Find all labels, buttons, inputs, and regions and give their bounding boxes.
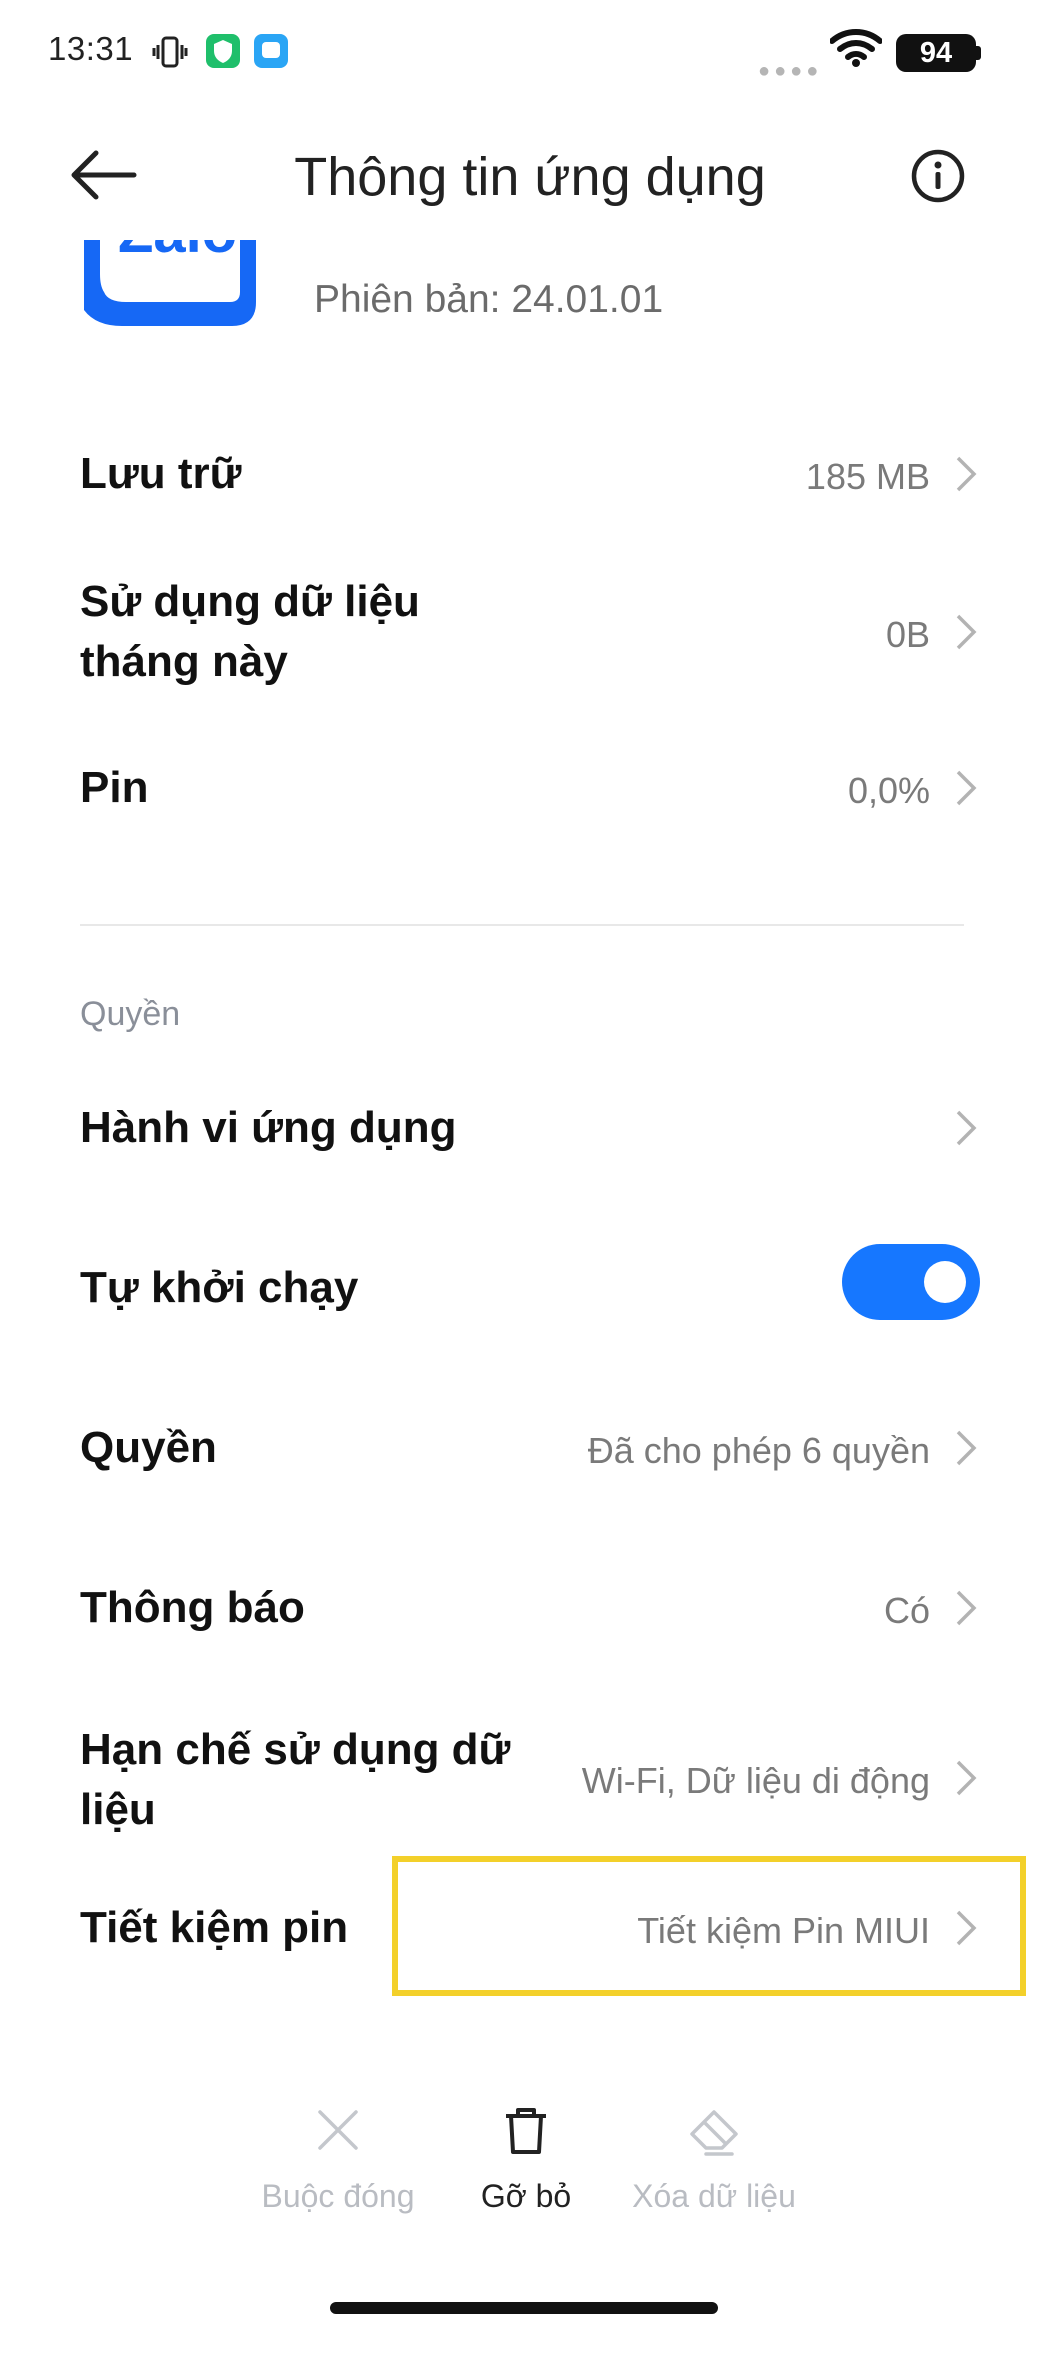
permissions-label: Quyền [80,1423,217,1472]
battery-indicator: 94 [896,34,976,72]
restrict-data-row[interactable]: Hạn chế sử dụng dữ liệu Wi-Fi, Dữ liệu d… [80,1720,980,1840]
chevron-right-icon [956,1590,977,1626]
storage-label: Lưu trữ [80,449,242,498]
home-indicator[interactable] [330,2302,718,2314]
app-version: Phiên bản: 24.01.01 [314,278,664,321]
permissions-row[interactable]: Quyền Đã cho phép 6 quyền [80,1418,980,1478]
wifi-icon [830,29,882,67]
restrict-data-label-line2: liệu [80,1785,156,1834]
battery-row[interactable]: Pin 0,0% [80,758,980,818]
shield-app-icon [206,34,240,68]
notifications-value: Có [883,1590,930,1631]
permissions-value: Đã cho phép 6 quyền [587,1430,930,1471]
highlight-box [392,1856,1026,1996]
battery-value: 0,0% [847,770,930,811]
chevron-right-icon [956,770,977,806]
autostart-label: Tự khởi chạy [80,1263,359,1312]
force-stop-label: Buộc đóng [261,2178,415,2214]
back-button[interactable] [60,140,140,210]
trash-icon [506,2108,546,2154]
chevron-right-icon [956,614,977,650]
clear-data-button[interactable]: Xóa dữ liệu [614,2100,814,2215]
info-button[interactable] [908,146,968,206]
data-usage-row[interactable]: Sử dụng dữ liệu tháng này 0B [80,572,980,692]
storage-value: 185 MB [805,456,930,497]
section-title-permissions: Quyền [80,995,181,1033]
data-usage-label-line1: Sử dụng dữ liệu [80,577,420,626]
app-logo: Zalo [82,240,258,332]
close-icon [318,2110,358,2150]
battery-saver-label: Tiết kiệm pin [80,1903,349,1952]
data-usage-label-line2: tháng này [80,637,288,686]
info-circle-icon [911,149,965,203]
autostart-row: Tự khởi chạy [80,1244,980,1320]
toggle-knob [924,1261,966,1303]
storage-row[interactable]: Lưu trữ 185 MB [80,444,980,504]
uninstall-label: Gỡ bỏ [480,2178,572,2214]
notifications-label: Thông báo [80,1583,305,1632]
page-title: Thông tin ứng dụng [294,147,766,207]
restrict-data-value: Wi-Fi, Dữ liệu di động [581,1760,930,1801]
clear-data-label: Xóa dữ liệu [632,2178,796,2214]
vibrate-icon [152,36,188,68]
chevron-right-icon [956,1110,977,1146]
chevron-right-icon [956,1430,977,1466]
app-behavior-row[interactable]: Hành vi ứng dụng [80,1098,980,1158]
notifications-row[interactable]: Thông báo Có [80,1578,980,1638]
arrow-left-icon [71,150,137,200]
battery-nub [976,46,981,60]
svg-text:Zalo: Zalo [118,240,237,265]
status-time: 13:31 [48,30,134,67]
chevron-right-icon [956,1760,977,1796]
restrict-data-label-line1: Hạn chế sử dụng dữ [80,1725,511,1774]
app-behavior-label: Hành vi ứng dụng [80,1103,457,1152]
message-app-icon [254,34,288,68]
divider [80,924,964,926]
data-usage-value: 0B [885,614,930,655]
battery-label: Pin [80,763,149,812]
signal-dots-icon: ●●●● [758,60,823,82]
force-stop-button[interactable]: Buộc đóng [238,2100,438,2215]
autostart-toggle[interactable] [842,1244,980,1320]
uninstall-button[interactable]: Gỡ bỏ [426,2100,626,2215]
eraser-icon [690,2110,738,2156]
chevron-right-icon [956,456,977,492]
